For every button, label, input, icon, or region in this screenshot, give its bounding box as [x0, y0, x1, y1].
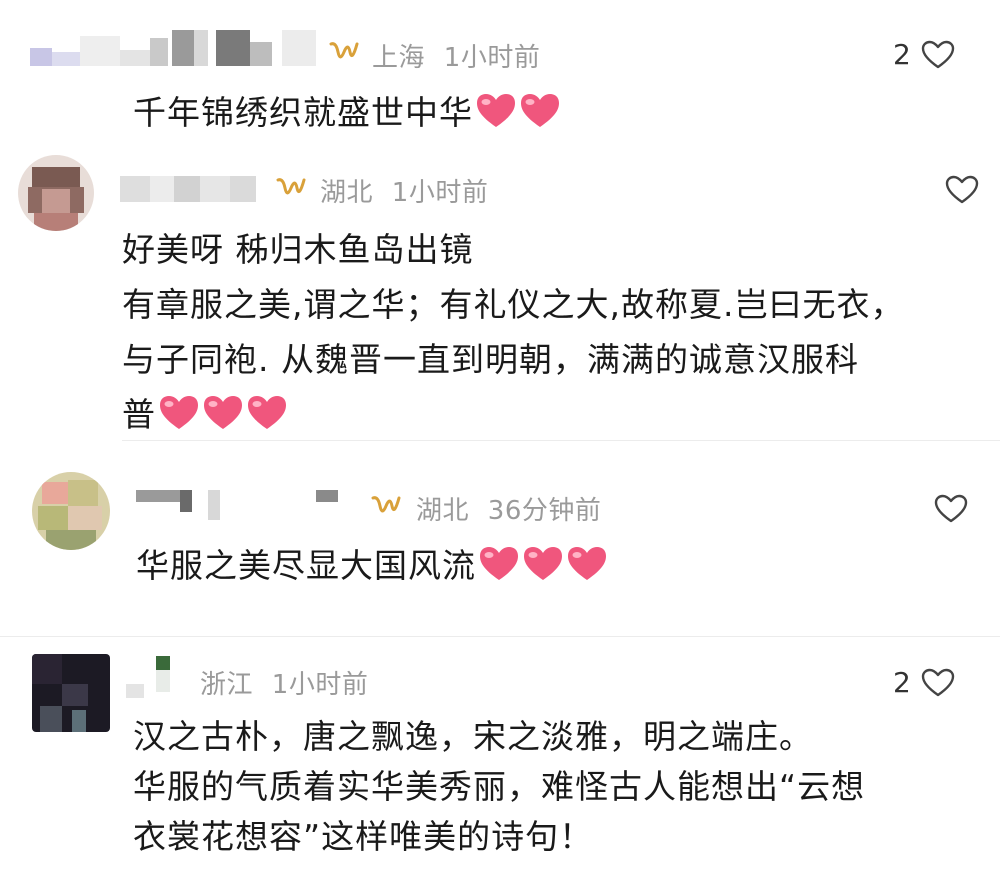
comment-line: 有章服之美,谓之华；有礼仪之大,故称夏.岂曰无衣， — [122, 285, 905, 324]
like-count: 2 — [893, 666, 911, 699]
heart-emoji-icon — [521, 94, 559, 127]
comment-text: 华服之美尽显大国风流 — [136, 544, 608, 588]
comment-location: 浙江 — [200, 670, 254, 700]
comment-location: 湖北 — [416, 496, 470, 526]
like-button[interactable] — [924, 494, 968, 524]
vip-badge-icon — [329, 42, 359, 59]
comment-meta: 湖北 1小时前 — [320, 172, 488, 209]
heart-emojis — [475, 92, 561, 130]
heart-emoji-icon — [524, 547, 562, 580]
vip-badge-icon — [371, 496, 401, 513]
comment-time: 1小时前 — [391, 178, 489, 208]
comment-location: 上海 — [372, 43, 426, 73]
comment-time: 1小时前 — [271, 670, 369, 700]
comment-2: 湖北 1小时前 好美呀 秭归木鱼岛出镜 有章服之美,谓之华；有礼仪之大,故称夏.… — [0, 150, 1000, 440]
comment-time: 36分钟前 — [487, 496, 602, 526]
heart-outline-icon — [934, 494, 968, 523]
avatar[interactable] — [32, 654, 110, 732]
comment-text: 汉之古朴，唐之飘逸，宋之淡雅，明之端庄。 华服的气质着实华美秀丽，难怪古人能想出… — [133, 712, 865, 862]
comment-line: 好美呀 秭归木鱼岛出镜 — [122, 230, 474, 269]
comment-meta: 浙江 1小时前 — [200, 664, 368, 701]
comment-meta: 湖北 36分钟前 — [416, 490, 601, 527]
comment-time: 1小时前 — [443, 43, 541, 73]
comment-location: 湖北 — [320, 178, 374, 208]
heart-emojis — [158, 394, 288, 432]
heart-outline-icon — [921, 668, 955, 696]
comment-line: 华服之美尽显大国风流 — [136, 546, 476, 585]
comment-line: 千年锦绣织就盛世中华 — [133, 93, 473, 132]
heart-outline-icon — [921, 40, 955, 68]
avatar[interactable] — [32, 472, 110, 550]
heart-emoji-icon — [160, 396, 198, 429]
heart-emojis — [478, 545, 608, 583]
comment-text: 千年锦绣织就盛世中华 — [133, 91, 561, 135]
heart-emoji-icon — [568, 547, 606, 580]
like-button[interactable] — [935, 175, 979, 205]
avatar[interactable] — [18, 155, 94, 231]
heart-emoji-icon — [480, 547, 518, 580]
comment-text: 好美呀 秭归木鱼岛出镜 有章服之美,谓之华；有礼仪之大,故称夏.岂曰无衣， 与子… — [122, 222, 904, 442]
blurred-username[interactable] — [126, 656, 186, 700]
comment-4: 浙江 1小时前 2 汉之古朴，唐之飘逸，宋之淡雅，明之端庄。 华服的气质着实华美… — [0, 636, 1000, 878]
divider — [122, 440, 1000, 441]
comment-line: 与子同袍. 从魏晋一直到明朝，满满的诚意汉服科 — [122, 340, 859, 379]
like-count: 2 — [893, 38, 911, 71]
comment-1: 上海 1小时前 2 千年锦绣织就盛世中华 — [0, 0, 1000, 150]
vip-badge-icon — [276, 178, 306, 195]
blurred-username[interactable] — [136, 490, 351, 520]
heart-emoji-icon — [248, 396, 286, 429]
like-button[interactable]: 2 — [893, 666, 955, 699]
comment-3: 湖北 36分钟前 华服之美尽显大国风流 — [0, 460, 1000, 635]
comment-line: 华服的气质着实华美秀丽，难怪古人能想出“云想 — [133, 767, 866, 806]
blurred-username[interactable] — [30, 30, 320, 78]
like-button[interactable]: 2 — [893, 38, 955, 71]
comment-line: 汉之古朴，唐之飘逸，宋之淡雅，明之端庄。 — [133, 717, 813, 756]
blurred-username[interactable] — [120, 172, 270, 202]
heart-emoji-icon — [204, 396, 242, 429]
heart-outline-icon — [945, 175, 979, 204]
comment-line: 衣裳花想容”这样唯美的诗句！ — [133, 817, 594, 856]
heart-emoji-icon — [477, 94, 515, 127]
comment-meta: 上海 1小时前 — [372, 37, 540, 74]
comment-line: 普 — [122, 395, 156, 434]
